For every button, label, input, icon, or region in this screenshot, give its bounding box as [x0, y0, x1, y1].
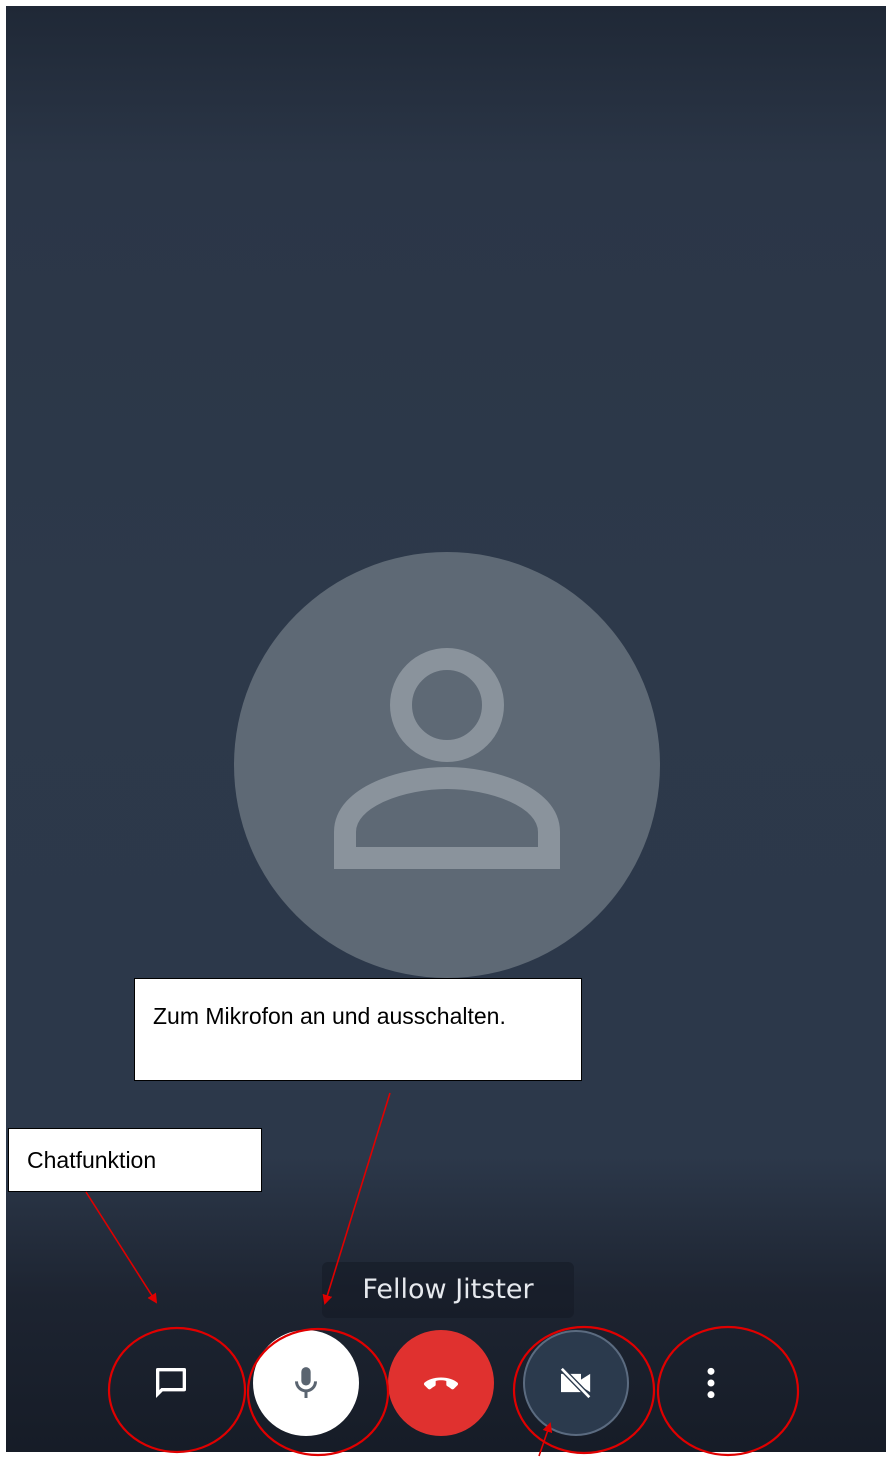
- phone-hangup-icon: [423, 1377, 459, 1390]
- chat-bubble-icon: [156, 1368, 186, 1398]
- chat-callout-box: Chatfunktion: [8, 1128, 262, 1192]
- microphone-icon: [295, 1367, 317, 1398]
- video-call-screen: Fellow Jitster: [6, 6, 886, 1452]
- more-options-button[interactable]: [658, 1330, 764, 1436]
- participant-avatar: [234, 552, 660, 978]
- hangup-button[interactable]: [388, 1330, 494, 1436]
- video-off-icon: [559, 1366, 592, 1400]
- screenshot-stage: Fellow Jitster Zum Mikrofon an und aussc…: [0, 0, 890, 1457]
- more-vertical-icon: [707, 1367, 715, 1399]
- chat-callout-text: Chatfunktion: [27, 1147, 157, 1173]
- chat-button[interactable]: [118, 1330, 224, 1436]
- mic-callout-box: Zum Mikrofon an und ausschalten.: [134, 978, 582, 1081]
- participant-name-label: Fellow Jitster: [322, 1262, 574, 1318]
- microphone-button[interactable]: [253, 1330, 359, 1436]
- camera-toggle-button[interactable]: [523, 1330, 629, 1436]
- person-icon: [334, 648, 560, 869]
- mic-callout-text: Zum Mikrofon an und ausschalten.: [153, 1003, 506, 1029]
